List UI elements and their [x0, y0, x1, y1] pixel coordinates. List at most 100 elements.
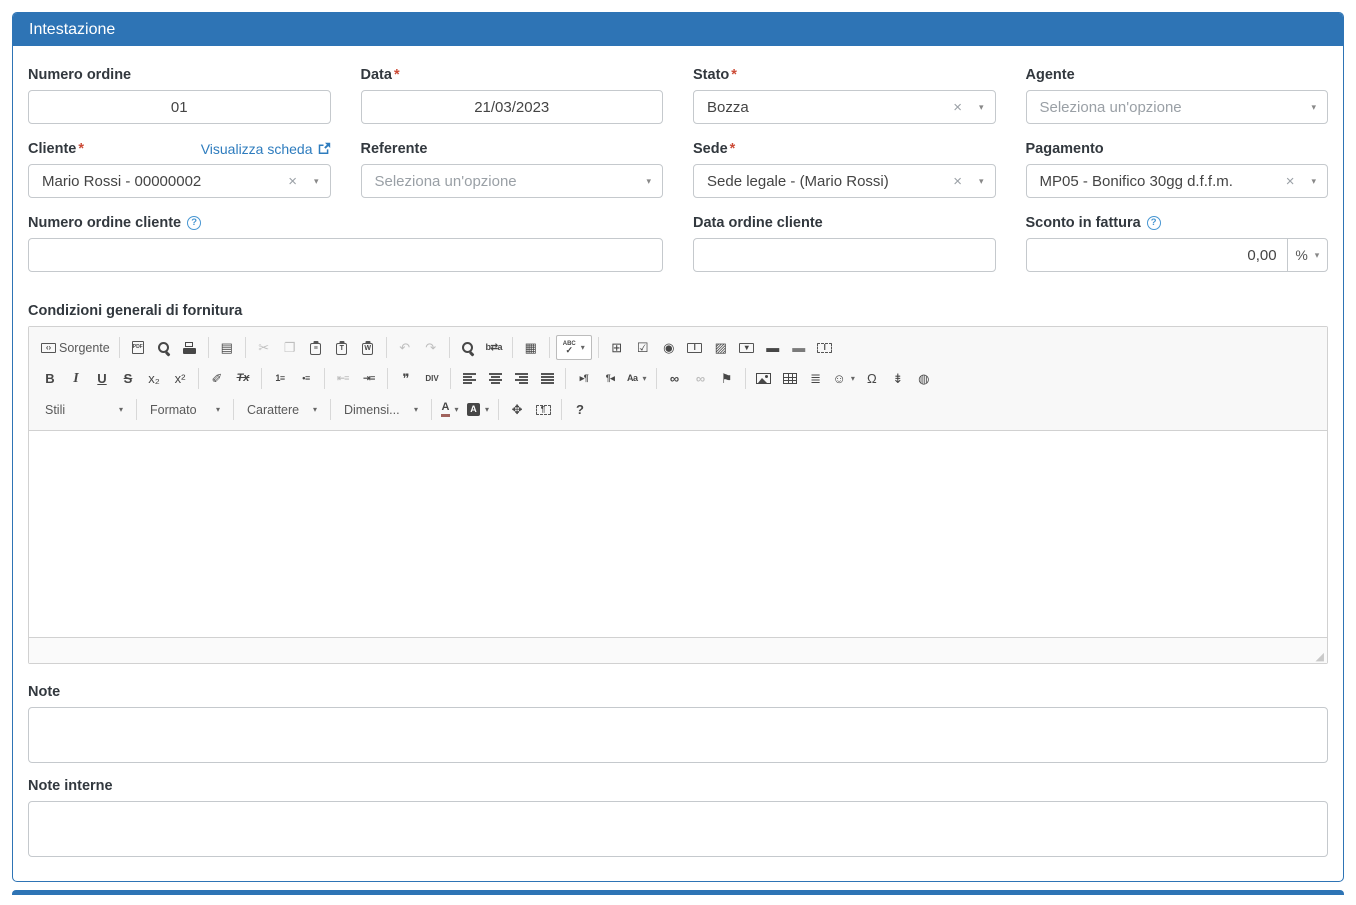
- font-combo[interactable]: Carattere▾: [240, 397, 324, 422]
- text-direction-ltr-button[interactable]: ▸¶: [572, 366, 596, 391]
- language-icon: Aa: [627, 374, 638, 383]
- print-button[interactable]: [178, 335, 202, 360]
- clear-icon[interactable]: ×: [1286, 174, 1295, 189]
- image-button[interactable]: [752, 366, 776, 391]
- increase-indent-button[interactable]: ⇥≡: [357, 366, 381, 391]
- toolbar-separator: [387, 368, 388, 389]
- data-ordine-cliente-input[interactable]: [693, 238, 996, 272]
- cliente-select[interactable]: Mario Rossi - 00000002 × ▾: [28, 164, 331, 198]
- text-direction-rtl-button[interactable]: ¶◂: [598, 366, 622, 391]
- styles-combo[interactable]: Stili▾: [38, 397, 130, 422]
- form-button[interactable]: ⊞: [605, 335, 629, 360]
- image-icon: [756, 373, 771, 384]
- hidden-field-button[interactable]: I: [813, 335, 837, 360]
- numero-ordine-input[interactable]: [28, 90, 331, 124]
- clear-icon[interactable]: ×: [953, 100, 962, 115]
- referente-placeholder: Seleziona un'opzione: [375, 173, 647, 190]
- toolbar-separator: [598, 337, 599, 358]
- bulleted-list-button[interactable]: •≡: [294, 366, 318, 391]
- sede-select[interactable]: Sede legale - (Mario Rossi) × ▾: [693, 164, 996, 198]
- copy-formatting-button[interactable]: ✐: [205, 366, 229, 391]
- clear-icon[interactable]: ×: [288, 174, 297, 189]
- find-icon: [461, 341, 475, 355]
- about-button[interactable]: ?: [568, 397, 592, 422]
- format-combo[interactable]: Formato▾: [143, 397, 227, 422]
- smiley-button[interactable]: ☺▾: [830, 366, 858, 391]
- toolbar-separator: [245, 337, 246, 358]
- editor-resize-handle[interactable]: ◢: [1316, 652, 1324, 663]
- note-interne-textarea[interactable]: [28, 801, 1328, 857]
- text-color-button[interactable]: A▾: [438, 397, 462, 422]
- about-icon: ?: [576, 403, 584, 416]
- note-textarea[interactable]: [28, 707, 1328, 763]
- page-break-button[interactable]: ⇟: [886, 366, 910, 391]
- data-input[interactable]: [361, 90, 664, 124]
- stato-select[interactable]: Bozza × ▾: [693, 90, 996, 124]
- numero-ordine-label: Numero ordine: [28, 67, 131, 83]
- checkbox-button[interactable]: ☑: [631, 335, 655, 360]
- visualizza-scheda-link[interactable]: Visualizza scheda: [201, 141, 331, 157]
- maximize-button[interactable]: ✥: [505, 397, 529, 422]
- special-character-button[interactable]: Ω: [860, 366, 884, 391]
- sconto-in-fattura-input[interactable]: [1026, 238, 1288, 272]
- replace-button[interactable]: b⇄a: [482, 335, 506, 360]
- iframe-button[interactable]: ◍: [912, 366, 936, 391]
- button-field-button[interactable]: ▬: [761, 335, 785, 360]
- italic-button[interactable]: I: [64, 366, 88, 391]
- field-note: Note: [28, 683, 1328, 763]
- remove-format-button[interactable]: Tx: [231, 366, 255, 391]
- templates-button[interactable]: ▤: [215, 335, 239, 360]
- toolbar-separator: [565, 368, 566, 389]
- horizontal-rule-button[interactable]: ≣: [804, 366, 828, 391]
- spellcheck-button[interactable]: ▾: [556, 335, 592, 360]
- link-button[interactable]: ∞: [663, 366, 687, 391]
- export-pdf-button[interactable]: PDF: [126, 335, 150, 360]
- blockquote-button[interactable]: ❞: [394, 366, 418, 391]
- text-field-button[interactable]: I: [683, 335, 707, 360]
- field-stato: Stato* Bozza × ▾: [693, 66, 996, 124]
- numero-ordine-cliente-input[interactable]: [28, 238, 663, 272]
- field-sconto-in-fattura: Sconto in fattura? % ▾: [1026, 214, 1329, 272]
- help-icon[interactable]: ?: [187, 216, 201, 230]
- redo-icon: ↷: [425, 341, 436, 354]
- align-left-button[interactable]: [457, 366, 481, 391]
- paste-word-button[interactable]: W: [356, 335, 380, 360]
- preview-button[interactable]: [152, 335, 176, 360]
- select-field-button[interactable]: ▾: [735, 335, 759, 360]
- image-button-button[interactable]: ▬: [787, 335, 811, 360]
- toolbar-separator: [198, 368, 199, 389]
- paste-button[interactable]: ≡: [304, 335, 328, 360]
- table-button[interactable]: [778, 366, 802, 391]
- select-all-button[interactable]: ▦: [519, 335, 543, 360]
- referente-select[interactable]: Seleziona un'opzione ▾: [361, 164, 664, 198]
- editor-content[interactable]: [29, 431, 1327, 637]
- font-size-combo[interactable]: Dimensi...▾: [337, 397, 425, 422]
- required-asterisk: *: [730, 141, 736, 157]
- align-right-button[interactable]: [509, 366, 533, 391]
- underline-button[interactable]: U: [90, 366, 114, 391]
- anchor-button[interactable]: ⚑: [715, 366, 739, 391]
- help-icon[interactable]: ?: [1147, 216, 1161, 230]
- cliente-label: Cliente: [28, 141, 76, 157]
- radio-button-button[interactable]: ◉: [657, 335, 681, 360]
- agente-select[interactable]: Seleziona un'opzione ▾: [1026, 90, 1329, 124]
- unlink-button: ∞: [689, 366, 713, 391]
- align-center-button[interactable]: [483, 366, 507, 391]
- numbered-list-button[interactable]: 1≡: [268, 366, 292, 391]
- div-container-button[interactable]: DIV: [420, 366, 444, 391]
- superscript-button[interactable]: x²: [168, 366, 192, 391]
- find-button[interactable]: [456, 335, 480, 360]
- language-button[interactable]: Aa▾: [624, 366, 650, 391]
- pagamento-select[interactable]: MP05 - Bonifico 30gg d.f.f.m. × ▾: [1026, 164, 1329, 198]
- sconto-unit-select[interactable]: % ▾: [1287, 238, 1328, 272]
- bold-button[interactable]: B: [38, 366, 62, 391]
- align-justify-button[interactable]: [535, 366, 559, 391]
- background-color-button[interactable]: A▾: [464, 397, 492, 422]
- paste-text-button[interactable]: T: [330, 335, 354, 360]
- subscript-button[interactable]: x₂: [142, 366, 166, 391]
- strikethrough-button[interactable]: S: [116, 366, 140, 391]
- clear-icon[interactable]: ×: [953, 174, 962, 189]
- show-blocks-button[interactable]: ¶: [531, 397, 555, 422]
- textarea-field-button[interactable]: ▨: [709, 335, 733, 360]
- source-button[interactable]: ‹›Sorgente: [38, 335, 113, 360]
